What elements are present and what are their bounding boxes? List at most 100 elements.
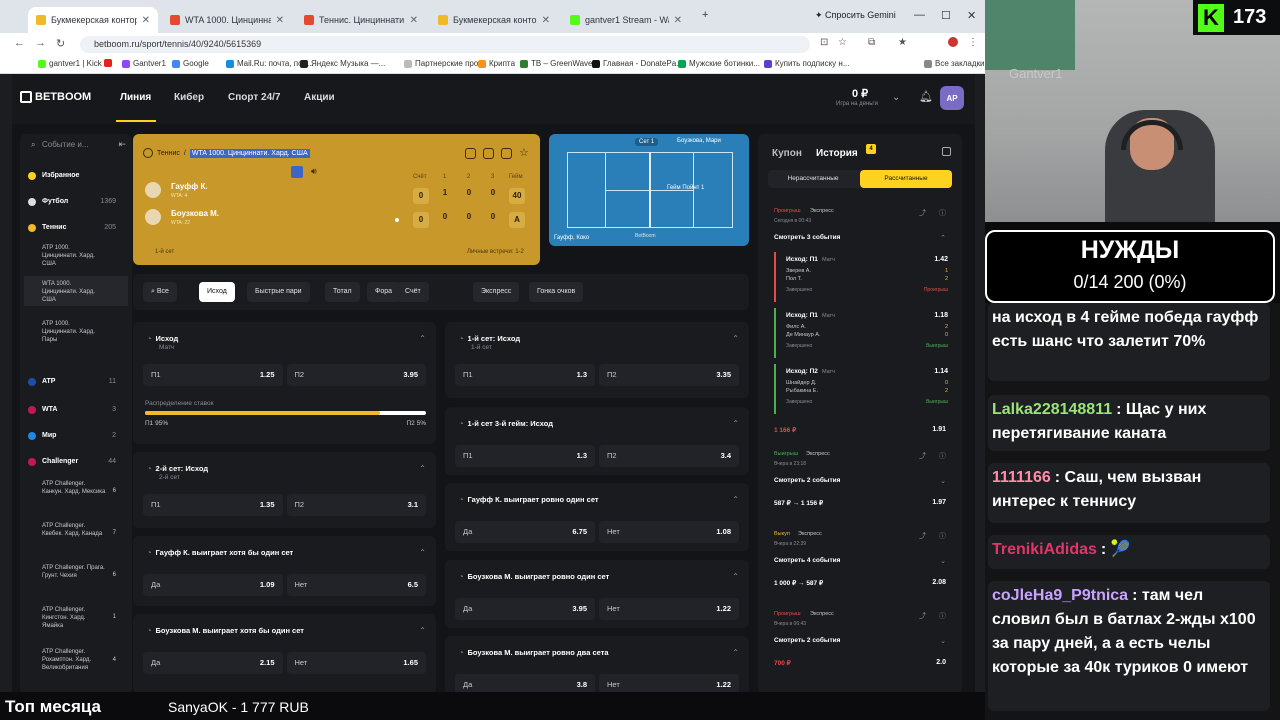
nav-promo[interactable]: Акции (304, 92, 335, 103)
odds-button[interactable]: П1 1.35 (143, 494, 283, 516)
tab-close-icon[interactable]: ✕ (674, 15, 682, 26)
nav-cyber[interactable]: Кибер (174, 92, 204, 103)
chat-username[interactable]: Lalka228148811 (992, 401, 1112, 418)
extensions-icon[interactable]: ⧉ (868, 37, 875, 48)
bookmark-item[interactable]: Все закладки (924, 59, 984, 68)
sidebar-subitem[interactable]: ATP Challenger. Квебек. Хард. Канада 7 (24, 518, 128, 548)
chevron-up-icon[interactable]: ⌃ (732, 572, 739, 581)
odds-button[interactable]: Нет 6.5 (286, 574, 426, 596)
filter-6[interactable]: Экспресс (473, 282, 520, 302)
sidebar-item[interactable]: WTA 3 (24, 406, 128, 416)
share-icon[interactable]: ⤴ (919, 611, 926, 621)
nav-line[interactable]: Линия (120, 92, 151, 103)
sound-icon[interactable]: 🔊︎ (311, 166, 317, 177)
odds-button[interactable]: Да 3.95 (455, 598, 595, 620)
odds-button[interactable]: Да 1.09 (143, 574, 283, 596)
odds-button[interactable]: П2 3.35 (599, 364, 739, 386)
betboom-logo[interactable]: BETBOOM (20, 91, 91, 103)
url-field[interactable]: betboom.ru/sport/tennis/40/9240/5615369 (80, 36, 810, 53)
sidebar-item[interactable]: Футбол 1369 (24, 198, 128, 208)
browser-tab[interactable]: Букмекерская контора BETBOOM ✕ (430, 7, 558, 33)
bookmark-item[interactable]: Криптa (478, 59, 515, 68)
search-input[interactable]: ⌕ Событие и... ⇤ (24, 134, 128, 156)
favorite-star-icon[interactable]: ☆ (519, 146, 530, 159)
info-icon[interactable]: ⓘ (939, 208, 946, 218)
browser-tab[interactable]: WTA 1000. Цинциннати. Хард ✕ (162, 7, 292, 33)
show-events-button[interactable]: Смотреть 3 события (774, 234, 840, 241)
bookmark-item[interactable]: Мужские ботинки... (678, 59, 760, 68)
odds-button[interactable]: Нет 1.65 (286, 652, 426, 674)
chevron-up-icon[interactable]: ⌃ (940, 234, 946, 242)
gemini-button[interactable]: ✦ Спросить Gemini (815, 10, 896, 21)
bookmark-item[interactable]: Партнерские прог... (404, 59, 487, 68)
odds-button[interactable]: П1 1.25 (143, 364, 283, 386)
odds-button[interactable]: П2 3.1 (286, 494, 426, 516)
profile-icon[interactable] (948, 37, 958, 47)
star-icon[interactable]: ☆ (838, 37, 847, 48)
filter-7[interactable]: Гонка очков (529, 282, 584, 302)
odds-button[interactable]: Нет 1.22 (599, 598, 739, 620)
chevron-up-icon[interactable]: ⌃ (419, 548, 426, 557)
sidebar-subitem[interactable]: ATP Challenger. Рохамптон. Хард. Великоб… (24, 644, 128, 676)
filter-4[interactable]: Фора (367, 282, 401, 302)
sidebar-item[interactable]: Теннис 205 (24, 224, 128, 234)
tab-close-icon[interactable]: ✕ (542, 15, 550, 26)
sidebar-subitem[interactable]: ATP 1000. Цинциннати. Хард. США (24, 240, 128, 270)
filter-0[interactable]: ⌕ Все (143, 282, 177, 302)
translate-icon[interactable] (291, 166, 303, 178)
tab-coupon[interactable]: Купон (772, 148, 802, 159)
sidebar-subitem[interactable]: ATP Challenger. Прага. Грунт. Чехия 6 (24, 560, 128, 590)
sidebar-item[interactable]: Мир 2 (24, 432, 128, 442)
sidebar-subitem[interactable]: ATP Challenger. Канкун. Хард. Мексика 6 (24, 476, 128, 506)
show-events-button[interactable]: Смотреть 4 события (774, 557, 840, 564)
bookmark-item[interactable]: Google (172, 59, 209, 68)
odds-button[interactable]: П2 3.95 (286, 364, 426, 386)
chat-username[interactable]: coJleHa9_P9tnica (992, 587, 1128, 604)
chevron-down-icon[interactable]: ⌄ (940, 637, 946, 645)
bookmark-icon[interactable]: ★ (898, 37, 907, 48)
sidebar-item[interactable]: Challenger 44 (24, 458, 128, 468)
bookmark-item[interactable]: Купить подписку н... (764, 59, 850, 68)
odds-button[interactable]: П1 1.3 (455, 445, 595, 467)
odds-button[interactable]: Да 6.75 (455, 521, 595, 543)
filter-3[interactable]: Тотал (325, 282, 360, 302)
chevron-up-icon[interactable]: ⌃ (732, 419, 739, 428)
share-icon[interactable]: ⤴ (919, 208, 926, 218)
chevron-up-icon[interactable]: ⌃ (732, 648, 739, 657)
install-icon[interactable]: ⊡ (820, 37, 828, 48)
chevron-down-icon[interactable]: ⌄ (940, 557, 946, 565)
back-icon[interactable]: ← (14, 37, 25, 49)
chevron-down-icon[interactable]: ⌄ (940, 477, 946, 485)
browser-tab[interactable]: Букмекерская контора BETBOOM ✕ (28, 7, 158, 33)
chevron-up-icon[interactable]: ⌃ (732, 334, 739, 343)
share-icon[interactable]: ⤴ (919, 531, 926, 541)
breadcrumb-root[interactable]: Теннис (157, 150, 180, 157)
odds-button[interactable]: Да 2.15 (143, 652, 283, 674)
close-icon[interactable]: ✕ (967, 9, 976, 22)
info-icon[interactable]: ⓘ (939, 531, 946, 541)
tab-close-icon[interactable]: ✕ (276, 15, 284, 26)
tab-history[interactable]: История (816, 148, 858, 159)
collapse-icon[interactable]: ⇤ (118, 139, 126, 150)
reload-icon[interactable]: ↻ (56, 37, 65, 50)
chevron-up-icon[interactable]: ⌃ (732, 495, 739, 504)
maximize-icon[interactable]: ☐ (941, 9, 951, 22)
chat-username[interactable]: 1111166 (992, 469, 1051, 486)
back-circle-icon[interactable] (143, 148, 153, 158)
chevron-up-icon[interactable]: ⌃ (419, 464, 426, 473)
info-icon[interactable]: ⓘ (939, 611, 946, 621)
sidebar-subitem[interactable]: ATP Challenger. Кингстон. Хард. Ямайка 1 (24, 602, 128, 632)
share-icon[interactable]: ⤴ (919, 451, 926, 461)
avatar[interactable]: АР (940, 86, 964, 110)
tab-close-icon[interactable]: ✕ (142, 15, 150, 26)
menu-icon[interactable]: ⋮ (968, 37, 978, 48)
court-icon[interactable] (483, 148, 494, 159)
show-events-button[interactable]: Смотреть 2 события (774, 477, 840, 484)
forward-icon[interactable]: → (35, 37, 46, 49)
bookmark-item[interactable]: TB – GreenWave (520, 59, 593, 68)
bookmark-item[interactable]: Главная - DonatePa... (592, 59, 683, 68)
filter-2[interactable]: Быстрые пари (247, 282, 310, 302)
bookmark-item[interactable]: Яндекс Музыка —... (300, 59, 385, 68)
sidebar-item[interactable]: ATP 11 (24, 378, 128, 388)
chevron-up-icon[interactable]: ⌃ (419, 626, 426, 635)
